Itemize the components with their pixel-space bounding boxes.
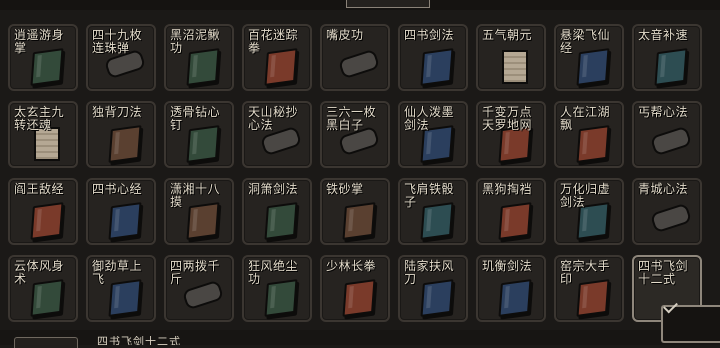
skill-name: 逍遥游身掌 — [14, 28, 65, 55]
skill-name: 阎王敌经 — [14, 182, 65, 196]
skill-name: 黑狗掏裆 — [482, 182, 533, 196]
selected-skill-name: 四书飞剑十二式 — [97, 336, 181, 345]
book-icon — [420, 48, 454, 86]
skill-slot[interactable]: 黑狗掏裆 — [476, 178, 546, 245]
skill-slot[interactable]: 四书心经 — [86, 178, 156, 245]
skill-slot[interactable]: 透骨钻心钉 — [164, 101, 234, 168]
book-icon — [30, 202, 64, 240]
skill-slot[interactable]: 嘴皮功 — [320, 24, 390, 91]
skill-name: 黑沼泥鳅功 — [170, 28, 221, 55]
book-icon — [342, 202, 376, 240]
book-icon — [108, 125, 142, 163]
skill-name: 狂风绝尘功 — [248, 259, 299, 286]
scroll-icon — [337, 48, 381, 80]
skill-slot[interactable]: 御劲草上飞 — [86, 255, 156, 322]
skill-name: 四书剑法 — [404, 28, 455, 42]
skill-name: 人在江湖飘 — [560, 105, 611, 132]
skill-name: 窑宗大手印 — [560, 259, 611, 286]
skill-name: 云体风身术 — [14, 259, 65, 286]
skill-slot[interactable]: 太玄主九转还魂 — [8, 101, 78, 168]
skill-slot[interactable]: 四两拨千斤 — [164, 255, 234, 322]
scroll-icon — [649, 125, 693, 157]
skill-name: 潇湘十八摸 — [170, 182, 221, 209]
skill-slot[interactable]: 云体风身术 — [8, 255, 78, 322]
skill-name: 透骨钻心钉 — [170, 105, 221, 132]
skill-name: 少林长拳 — [326, 259, 377, 273]
skill-slot[interactable]: 独背刀法 — [86, 101, 156, 168]
book-icon — [264, 202, 298, 240]
paper-icon — [34, 127, 60, 161]
skill-slot[interactable]: 千变万点天罗地网 — [476, 101, 546, 168]
skill-slot[interactable]: 丐帮心法 — [632, 101, 702, 168]
skill-slot[interactable]: 人在江湖飘 — [554, 101, 624, 168]
skill-name: 五气朝元 — [482, 28, 533, 42]
skill-name: 御劲草上飞 — [92, 259, 143, 286]
book-icon — [108, 202, 142, 240]
skill-slot[interactable]: 天山秘抄心法 — [242, 101, 312, 168]
skill-name: 四书飞剑十二式 — [638, 259, 689, 286]
skill-slot[interactable]: 潇湘十八摸 — [164, 178, 234, 245]
book-icon — [498, 279, 532, 317]
skill-slot[interactable]: 玑衡剑法 — [476, 255, 546, 322]
skill-name: 四十九枚连珠弹 — [92, 28, 143, 55]
book-icon — [498, 202, 532, 240]
top-tab[interactable] — [346, 0, 430, 8]
scroll-icon — [649, 202, 693, 234]
skill-slot[interactable]: 狂风绝尘功 — [242, 255, 312, 322]
skill-slot[interactable]: 铁砂掌 — [320, 178, 390, 245]
skill-name: 青城心法 — [638, 182, 689, 196]
skill-name: 太玄主九转还魂 — [14, 105, 65, 132]
skill-slot[interactable]: 四十九枚连珠弹 — [86, 24, 156, 91]
skill-name: 陆家扶风刀 — [404, 259, 455, 286]
skill-slot[interactable]: 窑宗大手印 — [554, 255, 624, 322]
skill-slot[interactable]: 三六一枚黑白子 — [320, 101, 390, 168]
skill-slot[interactable]: 悬梁飞仙经 — [554, 24, 624, 91]
skill-slot[interactable]: 洞箫剑法 — [242, 178, 312, 245]
skill-slot[interactable]: 陆家扶风刀 — [398, 255, 468, 322]
skill-name: 四书心经 — [92, 182, 143, 196]
top-bar — [0, 0, 720, 10]
skill-slot[interactable]: 少林长拳 — [320, 255, 390, 322]
skill-slot[interactable]: 百花迷踪拳 — [242, 24, 312, 91]
skill-slot[interactable]: 青城心法 — [632, 178, 702, 245]
skill-name: 悬梁飞仙经 — [560, 28, 611, 55]
skill-name: 万化归虚剑法 — [560, 182, 611, 209]
skill-name: 千变万点天罗地网 — [482, 105, 533, 132]
skill-slot[interactable]: 阎王敌经 — [8, 178, 78, 245]
skill-name: 百花迷踪拳 — [248, 28, 299, 55]
skill-name: 独背刀法 — [92, 105, 143, 119]
skill-slot[interactable]: 太音补速 — [632, 24, 702, 91]
skill-name: 铁砂掌 — [326, 182, 364, 196]
skill-name: 丐帮心法 — [638, 105, 689, 119]
bottom-slot[interactable] — [14, 337, 78, 348]
book-icon — [342, 279, 376, 317]
skill-name: 玑衡剑法 — [482, 259, 533, 273]
skill-name: 三六一枚黑白子 — [326, 105, 377, 132]
skill-name: 嘴皮功 — [326, 28, 364, 42]
skill-slot[interactable]: 仙人泼墨剑法 — [398, 101, 468, 168]
skill-slot[interactable]: 飞肩铁骰子 — [398, 178, 468, 245]
skill-slot[interactable]: 四书剑法 — [398, 24, 468, 91]
skill-slot[interactable]: 万化归虚剑法 — [554, 178, 624, 245]
skill-name: 仙人泼墨剑法 — [404, 105, 455, 132]
skill-slot[interactable]: 逍遥游身掌 — [8, 24, 78, 91]
skill-slot[interactable]: 黑沼泥鳅功 — [164, 24, 234, 91]
skill-name: 太音补速 — [638, 28, 689, 42]
paper-icon — [502, 50, 528, 84]
skill-name: 天山秘抄心法 — [248, 105, 299, 132]
skill-slot[interactable]: 五气朝元 — [476, 24, 546, 91]
skill-name: 洞箫剑法 — [248, 182, 299, 196]
skill-name: 飞肩铁骰子 — [404, 182, 455, 209]
skill-name: 四两拨千斤 — [170, 259, 221, 286]
book-icon — [654, 48, 688, 86]
